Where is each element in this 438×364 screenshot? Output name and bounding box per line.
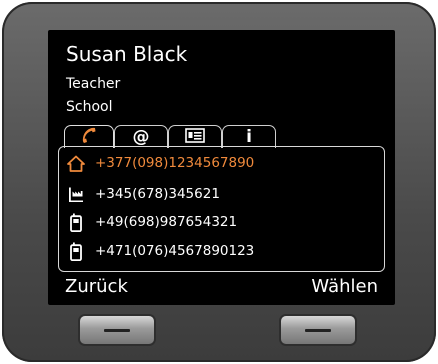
home-icon — [66, 155, 86, 172]
list-item[interactable]: +377(098)1234567890 — [59, 149, 384, 177]
phone-number: +471(076)4567890123 — [95, 243, 255, 259]
phone-icon — [78, 126, 100, 148]
tab-email[interactable]: @ — [114, 125, 168, 148]
tab-vcard[interactable] — [168, 125, 222, 148]
softkey-bar: Zurück Wählen — [48, 276, 395, 300]
mobile-icon — [66, 242, 86, 261]
softkey-back-label: Zurück — [65, 276, 128, 297]
contact-title: Teacher — [66, 76, 121, 92]
tab-info[interactable]: i — [222, 125, 276, 148]
left-softkey-button[interactable] — [80, 316, 154, 344]
list-item[interactable]: +471(076)4567890123 — [59, 237, 384, 265]
contact-company: School — [66, 99, 113, 115]
info-icon: i — [246, 127, 252, 147]
phone-number: +49(698)987654321 — [95, 214, 238, 230]
minus-icon — [305, 329, 331, 332]
vcard-icon — [185, 127, 205, 147]
number-list: +377(098)1234567890 +345(678)345621 +49(… — [58, 146, 385, 272]
list-item[interactable]: +345(678)345621 — [59, 180, 384, 208]
display-screen: Susan Black Teacher School @ i +377(098)… — [48, 30, 395, 305]
softkey-select-label: Wählen — [311, 276, 378, 297]
office-icon — [66, 186, 86, 203]
right-softkey-button[interactable] — [281, 316, 355, 344]
minus-icon — [104, 329, 130, 332]
phone-number: +377(098)1234567890 — [95, 155, 255, 171]
list-item[interactable]: +49(698)987654321 — [59, 208, 384, 236]
tab-phone[interactable] — [64, 125, 114, 148]
mobile-icon — [66, 213, 86, 232]
at-icon: @ — [132, 127, 150, 147]
contact-name: Susan Black — [66, 42, 188, 66]
phone-number: +345(678)345621 — [95, 186, 220, 202]
